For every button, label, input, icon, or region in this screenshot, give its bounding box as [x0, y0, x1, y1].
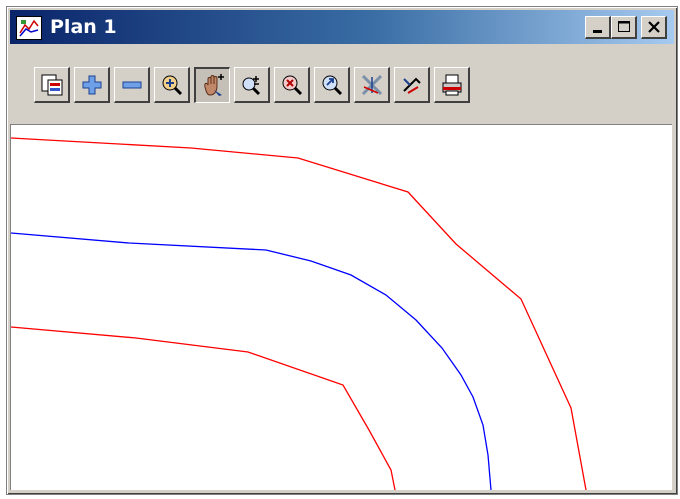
print-icon [442, 74, 461, 95]
plot-frame-icon [41, 74, 62, 95]
zoom-in-button[interactable] [74, 67, 110, 103]
maximize-button[interactable] [611, 16, 637, 39]
cursor-crosshair-button[interactable] [354, 67, 390, 103]
zoom-fit-icon [162, 75, 182, 95]
zoom-in-icon [82, 75, 101, 94]
minimize-button[interactable] [585, 16, 611, 39]
plan-window: Plan 1 [6, 6, 678, 495]
title-bar[interactable]: Plan 1 [10, 10, 674, 44]
close-icon [647, 21, 660, 33]
zoom-center-button[interactable] [274, 67, 310, 103]
window-title: Plan 1 [50, 16, 117, 38]
zoom-out-button[interactable] [114, 67, 150, 103]
zoom-window-icon [242, 75, 260, 95]
print-button[interactable] [434, 67, 470, 103]
inner-boundary-line[interactable] [11, 326, 396, 490]
close-button[interactable] [641, 16, 667, 39]
plan-drawing [11, 137, 587, 490]
cursor-crosshair-icon [361, 74, 382, 95]
zoom-center-icon [282, 75, 302, 95]
pick-icon [402, 77, 421, 94]
pan-button[interactable] [194, 67, 230, 103]
zoom-fit-button[interactable] [154, 67, 190, 103]
outer-boundary-line[interactable] [11, 137, 587, 490]
pan-hand-icon [203, 73, 224, 96]
plan-view-icon[interactable] [16, 16, 42, 40]
zoom-previous-icon [322, 75, 342, 95]
plan-view-canvas[interactable] [10, 124, 672, 490]
zoom-out-icon [122, 81, 141, 88]
minimize-icon [592, 30, 602, 33]
plot-frame-button[interactable] [34, 67, 70, 103]
maximize-icon [617, 21, 630, 32]
toolbar [10, 47, 674, 122]
zoom-previous-button[interactable] [314, 67, 350, 103]
pick-button[interactable] [394, 67, 430, 103]
centre-line[interactable] [11, 232, 492, 490]
zoom-window-button[interactable] [234, 67, 270, 103]
